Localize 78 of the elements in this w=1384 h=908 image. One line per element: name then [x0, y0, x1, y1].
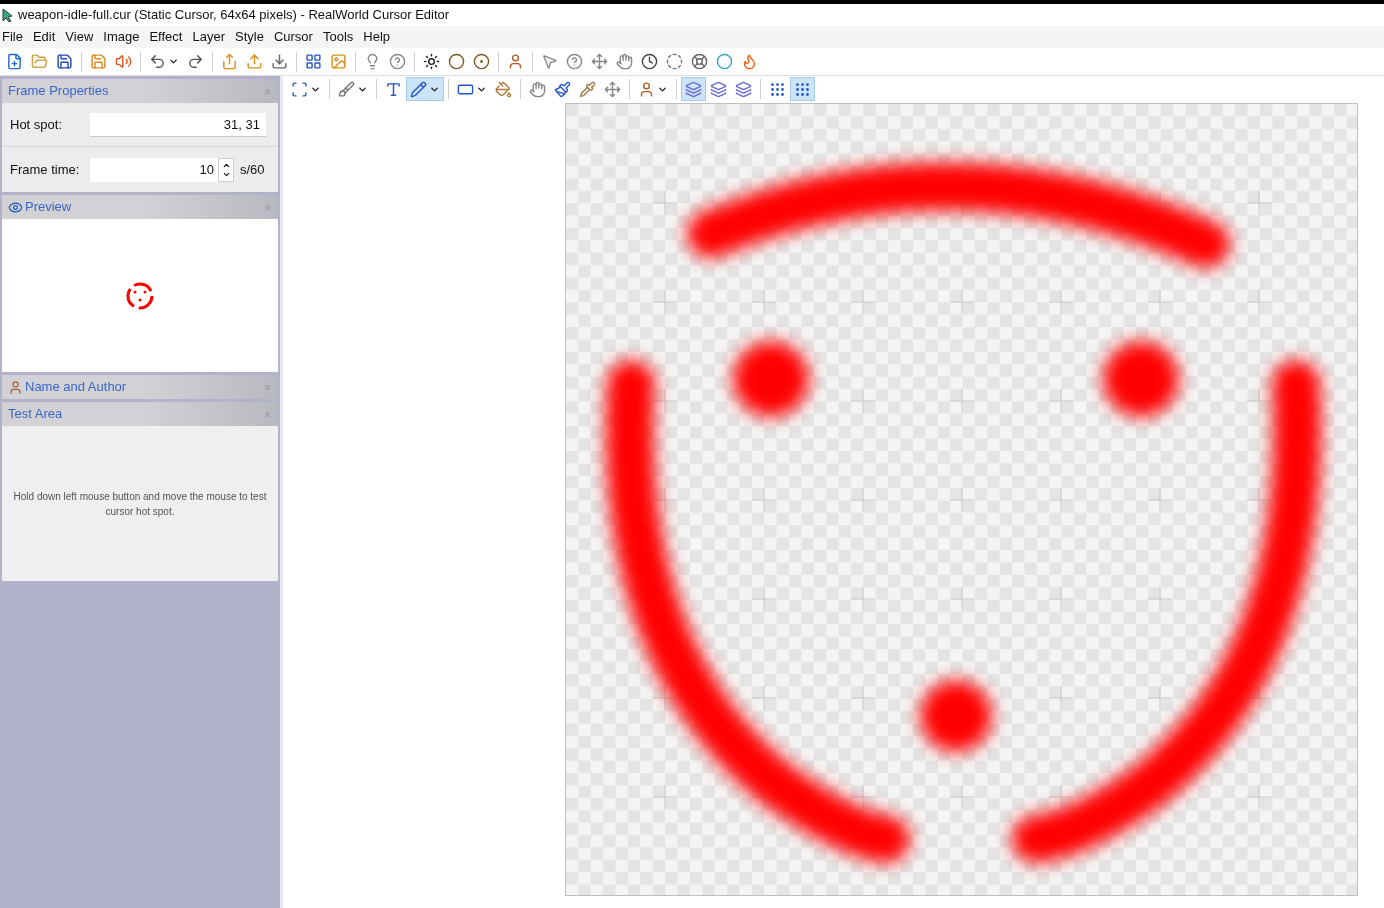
image-icon — [330, 53, 347, 70]
text-icon — [385, 80, 402, 98]
flame-icon — [741, 53, 758, 70]
layers-icon — [710, 80, 727, 98]
export-icon — [221, 53, 238, 70]
ring-ball-icon — [473, 53, 490, 70]
clock-icon — [641, 53, 658, 70]
menu-item[interactable]: Cursor — [268, 27, 318, 47]
panel-title: Frame Properties — [8, 82, 109, 101]
move-icon — [591, 53, 608, 70]
cursor-image-drawing[interactable] — [565, 103, 1358, 896]
frame-time-field[interactable]: 10 — [90, 157, 218, 182]
paintbrush-icon — [554, 80, 571, 98]
save-icon — [56, 53, 73, 70]
move-icon — [604, 80, 621, 98]
eye-icon — [8, 199, 23, 215]
collapse-icon — [263, 202, 272, 212]
menu-item[interactable]: Effect — [144, 27, 188, 47]
new-file-icon — [6, 53, 23, 70]
ring-icon — [716, 53, 733, 70]
hot-spot-field[interactable]: 31, 31 — [90, 112, 266, 137]
grid-dots-button[interactable] — [790, 77, 815, 101]
test-area[interactable]: Hold down left mouse button and move the mouse to test cursor hot spot. — [2, 426, 278, 581]
redo-icon — [187, 53, 204, 70]
panel-title: Preview — [25, 198, 72, 217]
speaker-icon — [115, 53, 132, 70]
upload-icon — [246, 53, 263, 70]
collapse-icon — [263, 409, 272, 419]
question-icon — [566, 53, 583, 70]
sun-icon — [423, 53, 440, 70]
panel-header[interactable]: Preview — [2, 195, 278, 219]
menu-item[interactable]: Layer — [187, 27, 230, 47]
person-icon — [507, 53, 524, 70]
collapse-icon — [263, 86, 272, 96]
menu-item[interactable]: Tools — [317, 27, 359, 47]
layers-icon — [735, 80, 752, 98]
menu-item[interactable]: Image — [98, 27, 145, 47]
menu-item[interactable]: View — [60, 27, 99, 47]
test-area-hint: Hold down left mouse button and move the mouse to test cursor hot spot. — [12, 489, 268, 519]
help-cursor-icon — [389, 53, 406, 70]
panel-title: Test Area — [8, 405, 63, 424]
menu-item[interactable]: File — [0, 27, 28, 47]
layers-icon — [685, 80, 702, 98]
field-label: Frame time: — [10, 160, 81, 179]
ball-icon — [448, 53, 465, 70]
paint-bucket-icon — [495, 80, 512, 98]
lifebuoy-icon — [691, 53, 708, 70]
pencil-icon — [410, 80, 427, 98]
menu-item[interactable]: Help — [358, 27, 396, 47]
hand-icon — [529, 80, 546, 98]
selection-icon — [291, 80, 308, 98]
undo-icon — [149, 53, 166, 70]
arrow-cursor-icon — [541, 53, 558, 70]
panel-header[interactable]: Test Area — [2, 402, 278, 426]
panel-title: Name and Author — [25, 378, 127, 397]
panel-header[interactable]: Name and Author — [2, 375, 278, 399]
pipette-icon — [579, 80, 596, 98]
window-title: weapon-idle-full.cur (Static Cursor, 64x64 pixels) - RealWorld Cursor Editor — [18, 6, 450, 25]
hand-icon — [616, 53, 633, 70]
grid-dots-icon — [794, 80, 811, 98]
spin-button[interactable] — [218, 157, 234, 182]
unit-label: s/60 — [240, 160, 265, 179]
pencil-button[interactable] — [406, 77, 444, 101]
menu-item[interactable]: Style — [230, 27, 269, 47]
grid-image-icon — [305, 53, 322, 70]
folder-icon — [31, 53, 48, 70]
grid-dots-icon — [769, 80, 786, 98]
menu-item[interactable]: Edit — [27, 27, 61, 47]
download-icon — [271, 53, 288, 70]
brush-icon — [338, 80, 355, 98]
panel-header[interactable]: Frame Properties — [2, 79, 278, 103]
field-label: Hot spot: — [10, 115, 64, 134]
layers-button[interactable] — [681, 77, 706, 101]
person-icon — [8, 379, 23, 395]
app-icon — [2, 8, 14, 22]
save-image-icon — [90, 53, 107, 70]
dots-ring-icon — [666, 53, 683, 70]
person-icon — [638, 80, 655, 98]
